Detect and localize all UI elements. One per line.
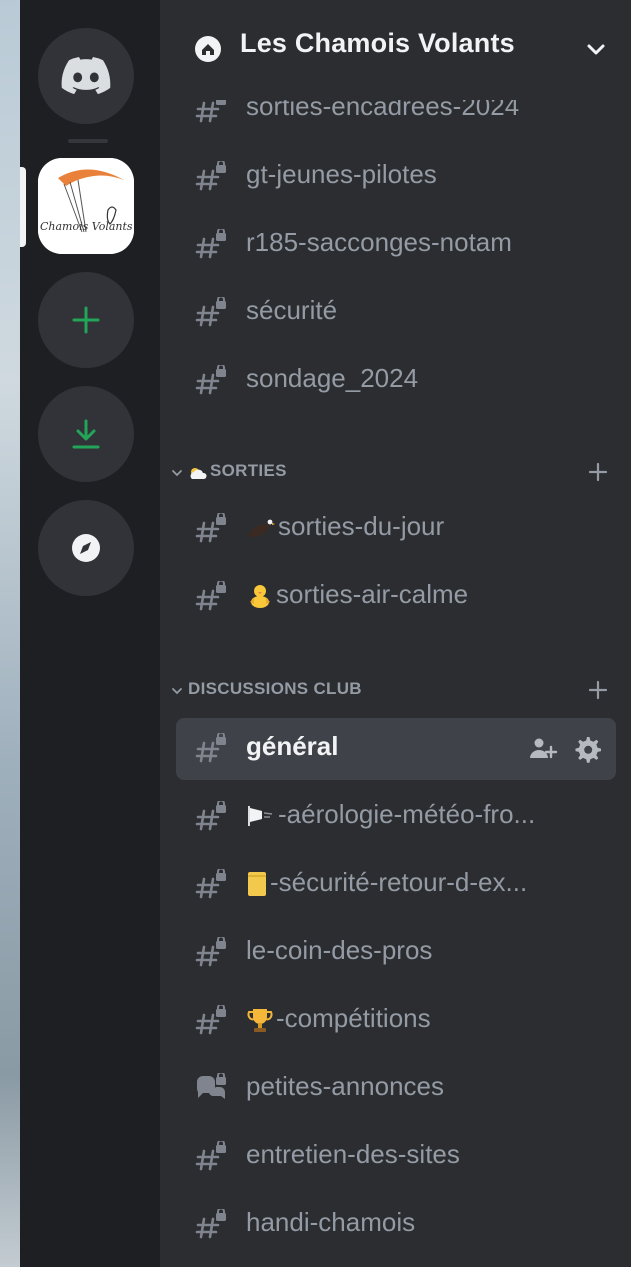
- channel-label: r185-sacconges-notam: [246, 227, 512, 257]
- hash-lock-icon: [195, 229, 226, 259]
- channel-label: gt-jeunes-pilotes: [246, 159, 437, 189]
- compass-icon: [72, 534, 100, 562]
- channel-label: sondage_2024: [246, 363, 419, 393]
- channel-label-wrap: sorties-air-calme: [246, 579, 468, 610]
- channel-label: général: [246, 731, 339, 761]
- server-header[interactable]: Les Chamois Volants: [160, 0, 631, 100]
- background-image-edge: [0, 0, 20, 1267]
- channel-r185-sacconges-notam[interactable]: r185-sacconges-notam: [176, 214, 616, 276]
- rail-divider: [68, 139, 108, 143]
- hash-lock-icon: [195, 869, 226, 899]
- hash-lock-icon: [195, 801, 226, 831]
- add-server-button[interactable]: [38, 272, 134, 368]
- chevron-down-icon: [172, 470, 182, 477]
- hash-lock-icon: [195, 733, 226, 763]
- channel-handi-chamois[interactable]: handi-chamois: [176, 1194, 616, 1256]
- server-name: Les Chamois Volants: [240, 28, 515, 58]
- forum-lock-icon: [196, 1073, 226, 1099]
- channel-gt-jeunes-pilotes[interactable]: gt-jeunes-pilotes: [176, 146, 616, 208]
- explore-servers-button[interactable]: [38, 500, 134, 596]
- chick-emoji: [250, 585, 270, 609]
- channel-label-wrap: -sécurité-retour-d-ex...: [246, 867, 527, 898]
- channel-actions: [528, 734, 608, 764]
- download-apps-button[interactable]: [38, 386, 134, 482]
- selected-server-indicator: [20, 167, 26, 247]
- download-icon: [72, 419, 100, 449]
- hash-lock-icon: [195, 1005, 226, 1035]
- channel-label-wrap: sorties-du-jour: [246, 511, 444, 542]
- channel-sondage-2024[interactable]: sondage_2024: [176, 350, 616, 412]
- hash-lock-icon: [195, 365, 226, 395]
- channel-label-wrap: -aérologie-météo-fro...: [246, 799, 535, 830]
- channel-label: le-coin-des-pros: [246, 935, 433, 965]
- channel-label: sorties-du-jour: [278, 511, 445, 541]
- channel-securite[interactable]: sécurité: [176, 282, 616, 344]
- hash-lock-icon: [195, 513, 226, 543]
- channel-le-coin-des-pros[interactable]: le-coin-des-pros: [176, 922, 616, 984]
- eagle-emoji: [248, 519, 275, 538]
- channel-aerologie-meteo[interactable]: -aérologie-météo-fro...: [176, 786, 616, 848]
- hash-lock-icon: [195, 581, 226, 611]
- plus-icon[interactable]: [586, 460, 610, 484]
- windsock-emoji: [248, 806, 273, 827]
- server-button-les-chamois-volants[interactable]: Chamois Volants: [38, 158, 134, 254]
- channel-securite-retour-d-experience[interactable]: -sécurité-retour-d-ex...: [176, 854, 616, 916]
- chevron-down-icon[interactable]: [584, 38, 608, 62]
- category-sorties[interactable]: SORTIES: [166, 458, 616, 488]
- chevron-down-icon: [172, 688, 182, 695]
- channel-label: -aérologie-météo-fro...: [278, 799, 536, 829]
- channel-petites-annonces[interactable]: petites-annonces: [176, 1058, 616, 1120]
- hash-lock-icon: [195, 297, 226, 327]
- channel-sorties-air-calme[interactable]: sorties-air-calme: [176, 566, 616, 628]
- hash-lock-icon: [195, 937, 226, 967]
- hash-lock-icon: [195, 1209, 226, 1239]
- category-label: SORTIES: [210, 461, 287, 480]
- channel-general[interactable]: général: [176, 718, 616, 780]
- gear-icon[interactable]: [572, 734, 602, 764]
- server-rail: Chamois Volants: [20, 0, 160, 1267]
- hash-lock-icon: [195, 161, 226, 191]
- cloud-icon: [190, 468, 207, 479]
- plus-icon: [72, 306, 100, 334]
- invite-members-icon[interactable]: [528, 734, 558, 764]
- community-home-icon: [195, 36, 221, 62]
- category-discussions-club[interactable]: DISCUSSIONS CLUB: [166, 676, 616, 706]
- channel-label: sécurité: [246, 295, 338, 325]
- trophy-emoji: [247, 1009, 273, 1033]
- category-label: DISCUSSIONS CLUB: [188, 679, 362, 698]
- discord-icon: [61, 57, 111, 95]
- channel-label: -compétitions: [276, 1003, 431, 1033]
- channel-list: Les Chamois Volants sorties-encadrees-20…: [160, 0, 631, 1267]
- channel-entretien-des-sites[interactable]: entretien-des-sites: [176, 1126, 616, 1188]
- channel-label: petites-annonces: [246, 1071, 445, 1101]
- channel-label: sorties-air-calme: [276, 579, 469, 609]
- server-logo: Chamois Volants: [38, 158, 134, 254]
- channel-label-wrap: -compétitions: [246, 1003, 431, 1034]
- notepad-emoji: [248, 872, 266, 897]
- channel-sorties-du-jour[interactable]: sorties-du-jour: [176, 498, 616, 560]
- server-logo-text: Chamois Volants: [40, 220, 133, 233]
- channel-competitions[interactable]: -compétitions: [176, 990, 616, 1052]
- channel-label: handi-chamois: [246, 1207, 416, 1237]
- discord-home-button[interactable]: [38, 28, 134, 124]
- hash-lock-icon: [195, 1141, 226, 1171]
- plus-icon[interactable]: [586, 678, 610, 702]
- channel-label: entretien-des-sites: [246, 1139, 460, 1169]
- channel-label: -sécurité-retour-d-ex...: [270, 867, 528, 897]
